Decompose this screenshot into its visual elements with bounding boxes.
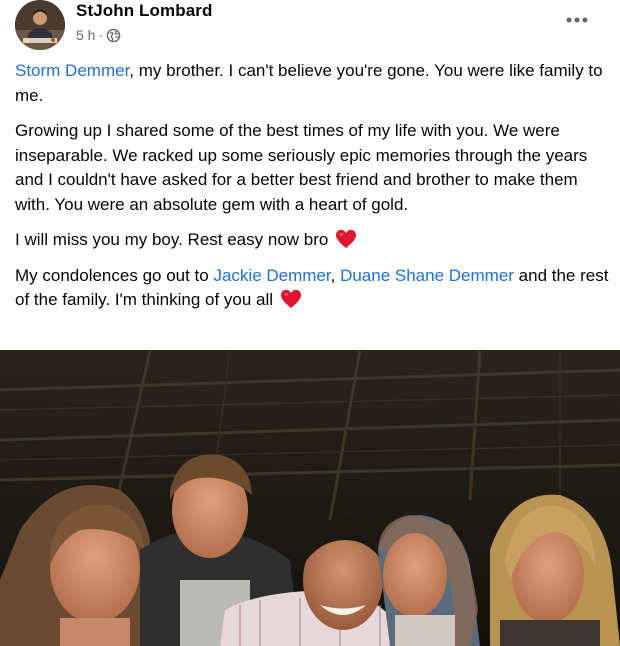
post-paragraph-4: My condolences go out to Jackie Demmer, … bbox=[15, 265, 609, 310]
more-options-icon bbox=[566, 17, 588, 23]
more-options-button[interactable] bbox=[560, 8, 594, 32]
globe-icon[interactable] bbox=[106, 28, 121, 43]
post-timestamp[interactable]: 5 h bbox=[76, 27, 95, 43]
post-paragraph-2: Growing up I shared some of the best tim… bbox=[15, 121, 588, 214]
heart-emoji-icon bbox=[280, 289, 301, 309]
heart-emoji-icon bbox=[336, 229, 357, 249]
post-meta: 5 h · bbox=[76, 27, 121, 43]
author-avatar[interactable] bbox=[15, 0, 65, 50]
post-photo[interactable] bbox=[0, 350, 620, 646]
group-photo-image bbox=[0, 350, 620, 646]
meta-separator: · bbox=[98, 27, 104, 43]
mention-link[interactable]: Jackie Demmer bbox=[213, 266, 330, 285]
post-paragraph-3: I will miss you my boy. Rest easy now br… bbox=[15, 228, 610, 253]
author-name[interactable]: StJohn Lombard bbox=[76, 1, 212, 21]
post-paragraph-1: Storm Demmer, my brother. I can't believ… bbox=[15, 61, 603, 105]
mention-link[interactable]: Storm Demmer bbox=[15, 61, 129, 80]
post-text: Storm Demmer, my brother. I can't believ… bbox=[15, 59, 610, 324]
mention-link[interactable]: Duane Shane Demmer bbox=[340, 266, 514, 285]
post-header: StJohn Lombard 5 h · bbox=[0, 0, 620, 56]
